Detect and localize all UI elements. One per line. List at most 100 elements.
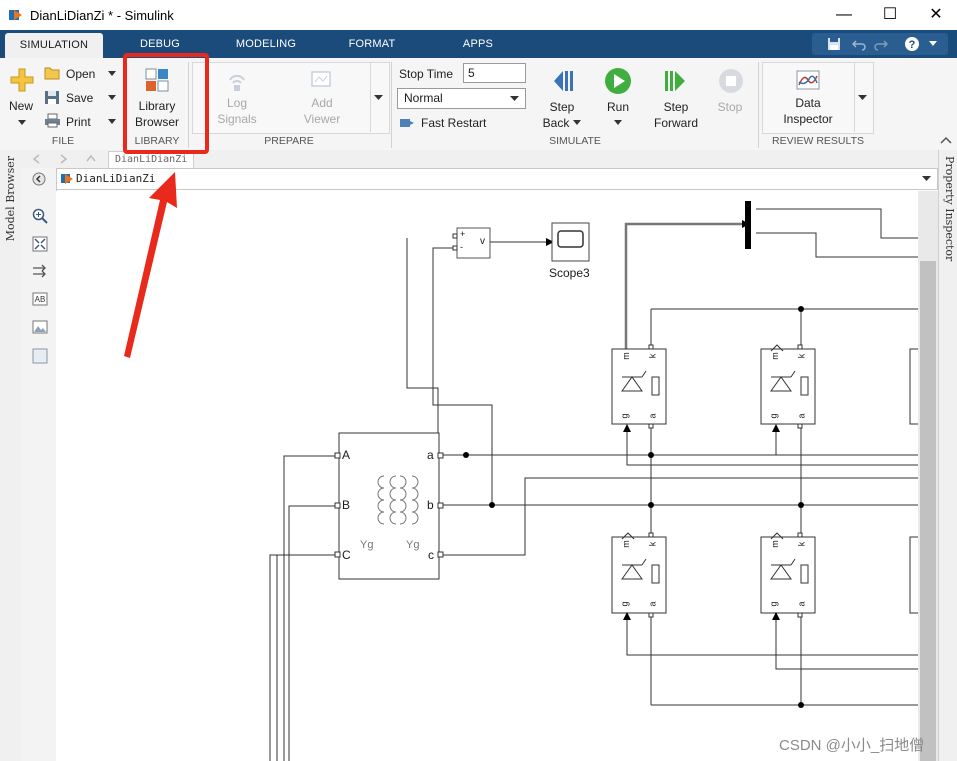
transformer-port-a: a	[427, 448, 434, 462]
step-forward-label-line2[interactable]: Forward	[648, 116, 704, 130]
thyristor3-port-k: k	[647, 541, 658, 547]
log-signals-label-line2[interactable]: Signals	[212, 112, 262, 126]
step-forward-label-line1[interactable]: Step	[652, 100, 700, 114]
hide-show-browser-icon[interactable]	[32, 172, 46, 186]
sum-output-label: v	[480, 236, 485, 247]
print-button[interactable]: Print	[66, 115, 91, 129]
help-dropdown-icon[interactable]	[929, 41, 937, 47]
model-browser-strip: Model Browser	[0, 150, 23, 761]
print-icon[interactable]	[44, 113, 61, 128]
save-button[interactable]: Save	[66, 91, 93, 105]
thyristor3-port-m: m	[620, 540, 631, 548]
open-dropdown-icon[interactable]	[108, 71, 116, 77]
add-viewer-label-line2[interactable]: Viewer	[296, 112, 348, 126]
data-inspector-icon[interactable]	[796, 70, 820, 92]
annotation-icon[interactable]: AB	[32, 292, 48, 306]
thyristor3-port-a: a	[647, 601, 658, 607]
quick-access-toolbar: ?	[812, 33, 948, 55]
image-icon[interactable]	[32, 320, 48, 334]
thyristor1-port-m: m	[620, 352, 631, 360]
forward-icon[interactable]	[58, 154, 68, 164]
transformer-port-B: B	[342, 498, 351, 512]
thyristor2-port-a: a	[796, 413, 807, 419]
save-disk-icon[interactable]	[44, 90, 60, 105]
model-browser-tab[interactable]: Model Browser	[4, 156, 17, 241]
run-dropdown-icon[interactable]	[614, 120, 622, 126]
stop-button[interactable]: Stop	[706, 100, 754, 114]
undo-icon[interactable]	[852, 37, 866, 51]
fast-restart-button[interactable]: Fast Restart	[421, 116, 486, 130]
transformer-winding-right: Yg	[406, 539, 420, 551]
log-signals-label-line1[interactable]: Log	[212, 96, 262, 110]
run-icon[interactable]	[604, 67, 632, 95]
zoom-icon[interactable]	[32, 208, 48, 224]
stop-icon	[719, 69, 743, 93]
tab-format[interactable]: FORMAT	[334, 30, 410, 58]
simulation-mode-select[interactable]: Normal	[397, 88, 526, 109]
thyristor2-port-k: k	[796, 353, 807, 359]
model-canvas[interactable]: + - v Scope3 A B C a b c Yg Yg m k g a m…	[56, 191, 938, 761]
open-folder-icon[interactable]	[44, 66, 60, 80]
block-diagram	[269, 191, 938, 761]
fit-to-view-icon[interactable]	[32, 236, 48, 252]
new-icon[interactable]	[10, 68, 34, 92]
thyristor1-port-k: k	[647, 353, 658, 359]
thyristor1-port-a: a	[647, 413, 658, 419]
property-inspector-strip: Property Inspector	[938, 150, 957, 761]
transformer-port-A: A	[342, 448, 351, 462]
new-dropdown-icon[interactable]	[18, 120, 26, 126]
tab-modeling[interactable]: MODELING	[224, 30, 308, 58]
data-inspector-label-line1[interactable]: Data	[778, 96, 838, 110]
redo-icon[interactable]	[874, 37, 888, 51]
run-button[interactable]: Run	[595, 100, 641, 114]
open-button[interactable]: Open	[66, 67, 95, 81]
demux-block	[745, 201, 751, 249]
help-icon[interactable]: ?	[904, 36, 920, 52]
mode-dropdown-icon[interactable]	[510, 96, 519, 102]
add-viewer-label-line1[interactable]: Add	[296, 96, 348, 110]
tab-apps[interactable]: APPS	[448, 30, 508, 58]
tab-simulation[interactable]: SIMULATION	[5, 33, 103, 58]
step-back-icon[interactable]	[549, 68, 575, 94]
sum-minus-label: -	[460, 242, 463, 252]
annotation-arrow-icon	[124, 172, 177, 358]
thyristor4-port-m: m	[769, 540, 780, 548]
prepare-group-label: PREPARE	[264, 135, 314, 147]
gallery-expand-icon[interactable]	[374, 95, 383, 101]
save-icon[interactable]	[827, 37, 841, 51]
data-inspector-label-line2[interactable]: Inspector	[774, 112, 842, 126]
highlight-box	[123, 53, 209, 154]
step-forward-icon[interactable]	[663, 68, 689, 94]
breadcrumb-dropdown-icon[interactable]	[922, 176, 931, 182]
sum-plus-label: +	[460, 229, 466, 239]
stop-time-value: 5	[468, 66, 475, 80]
thyristor2-port-g: g	[768, 413, 779, 419]
review-expand-icon[interactable]	[858, 95, 867, 101]
title-bar: DianLiDianZi * - Simulink — ☐ ✕	[0, 0, 957, 30]
svg-text:?: ?	[909, 39, 916, 51]
window-title: DianLiDianZi * - Simulink	[30, 8, 174, 23]
transformer-port-C: C	[342, 548, 351, 562]
thyristor4-port-k: k	[796, 541, 807, 547]
new-button[interactable]: New	[9, 99, 33, 113]
up-icon[interactable]	[86, 154, 96, 164]
scope-label[interactable]: Scope3	[549, 266, 590, 280]
transformer-block	[338, 432, 440, 580]
watermark: CSDN @小小_扫地僧	[779, 737, 925, 754]
model-icon	[61, 174, 73, 184]
step-back-label-line1[interactable]: Step	[538, 100, 586, 114]
save-dropdown-icon[interactable]	[108, 95, 116, 101]
stop-time-input[interactable]: 5	[463, 63, 526, 83]
collapse-ribbon-icon[interactable]	[940, 136, 952, 144]
fast-restart-icon[interactable]	[399, 116, 415, 130]
print-dropdown-icon[interactable]	[108, 119, 116, 125]
back-icon[interactable]	[32, 154, 42, 164]
arrow-icon[interactable]	[32, 264, 48, 278]
log-signals-icon	[229, 74, 245, 91]
step-back-dropdown-icon[interactable]	[573, 120, 581, 126]
property-inspector-tab[interactable]: Property Inspector	[943, 156, 956, 261]
close-button[interactable]: ✕	[913, 0, 957, 30]
minimize-button[interactable]: —	[821, 0, 867, 30]
maximize-button[interactable]: ☐	[867, 0, 913, 30]
area-icon[interactable]	[32, 348, 48, 364]
